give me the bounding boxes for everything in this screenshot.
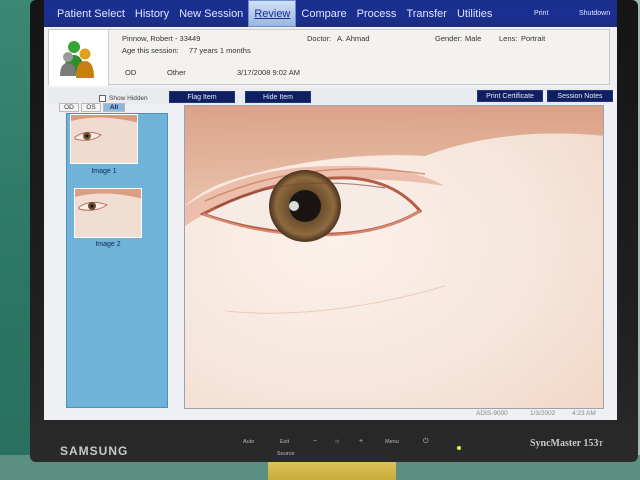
patient-name-id: Pinnow, Robert - 33449 <box>122 34 201 43</box>
thumbnail-label-1: Image 1 <box>91 168 117 175</box>
minus-icon[interactable]: − <box>313 438 317 445</box>
monitor-model-name: SyncMaster 153 <box>530 438 599 449</box>
menu-history[interactable]: History <box>130 0 174 27</box>
monitor-brand: SAMSUNG <box>60 444 129 458</box>
menu-shutdown[interactable]: Shutdown <box>579 10 610 17</box>
brightness-icon[interactable]: ☼ <box>334 438 340 445</box>
flag-item-button[interactable]: Flag Item <box>169 91 235 103</box>
thumbnail-panel: Image 1 Image 2 <box>66 113 168 408</box>
status-time: 4:23 AM <box>572 410 596 417</box>
menu-process[interactable]: Process <box>352 0 402 27</box>
doctor-value: A. Ahmad <box>337 34 370 43</box>
menu-patient-select[interactable]: Patient Select <box>52 0 130 27</box>
tab-os[interactable]: OS <box>81 103 101 112</box>
exit-button[interactable]: Exit <box>280 439 289 445</box>
plus-icon[interactable]: + <box>359 438 363 445</box>
age-value: 77 years 1 months <box>189 46 251 55</box>
eye-photo-main <box>185 106 603 408</box>
status-date: 1/3/2002 <box>530 410 556 417</box>
patient-avatar <box>49 30 109 86</box>
hide-item-button[interactable]: Hide Item <box>245 91 311 103</box>
tab-od[interactable]: OD <box>59 103 79 112</box>
session-datetime: 3/17/2008 9:02 AM <box>237 68 300 77</box>
age-label: Age this session: <box>122 46 179 55</box>
status-device: ADIS-9000 <box>476 410 508 417</box>
menu-review[interactable]: Review <box>248 0 297 27</box>
session-eye: OD <box>125 68 137 77</box>
menu-bar: Patient Select History New Session Revie… <box>44 0 617 27</box>
thumbnail-image-2[interactable] <box>74 188 142 238</box>
menu-transfer[interactable]: Transfer <box>401 0 452 27</box>
lens-label: Lens: <box>499 34 518 43</box>
power-led <box>457 446 461 450</box>
auto-button[interactable]: Auto <box>243 439 254 445</box>
print-certificate-button[interactable]: Print Certificate <box>477 90 543 102</box>
source-button[interactable]: Source <box>277 451 294 457</box>
eye-photo-thumb-2 <box>75 189 141 237</box>
gender-label: Gender: <box>435 34 463 43</box>
session-notes-button[interactable]: Session Notes <box>547 90 613 102</box>
main-eye-image[interactable] <box>184 105 604 409</box>
users-icon <box>59 41 94 78</box>
show-hidden-label: Show Hidden <box>109 95 148 102</box>
tab-all[interactable]: All <box>103 103 125 112</box>
menu-print[interactable]: Print <box>534 10 548 17</box>
monitor-model: SyncMaster 153T <box>530 438 603 449</box>
eye-photo-thumb-1 <box>71 115 137 163</box>
thumbnail-image-1[interactable] <box>70 114 138 164</box>
gender-value: Male <box>465 34 482 43</box>
power-icon[interactable]: ⏻ <box>423 438 429 446</box>
menu-compare[interactable]: Compare <box>296 0 351 27</box>
thumbnail-label-2: Image 2 <box>95 241 121 248</box>
menu-utilities[interactable]: Utilities <box>452 0 497 27</box>
patient-header: Pinnow, Robert - 33449 Age this session:… <box>48 29 610 86</box>
session-type: Other <box>167 68 186 77</box>
show-hidden-checkbox[interactable] <box>99 95 106 102</box>
doctor-label: Doctor: <box>307 34 332 43</box>
menu-button[interactable]: Menu <box>385 439 399 445</box>
screen: Patient Select History New Session Revie… <box>44 0 617 420</box>
lens-value: Portrait <box>521 34 546 43</box>
monitor-model-suffix: T <box>598 440 604 448</box>
menu-new-session[interactable]: New Session <box>174 0 248 27</box>
